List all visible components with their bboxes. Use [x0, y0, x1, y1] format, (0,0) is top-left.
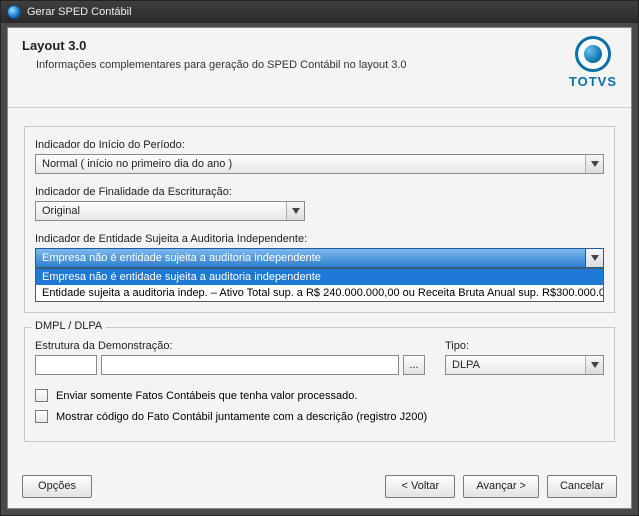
auditoria-option-0[interactable]: Empresa não é entidade sujeita a auditor… [36, 269, 603, 285]
tipo-value: DLPA [446, 359, 585, 371]
enviar-fatos-checkbox[interactable] [35, 389, 48, 402]
dmpl-legend: DMPL / DLPA [31, 320, 106, 332]
auditoria-select[interactable]: Empresa não é entidade sujeita a auditor… [35, 248, 604, 268]
page-subtitle: Informações complementares para geração … [36, 59, 617, 71]
finalidade-select[interactable]: Original [35, 201, 305, 221]
next-button[interactable]: Avançar > [463, 475, 539, 498]
cancel-button[interactable]: Cancelar [547, 475, 617, 498]
brand-logo: TOTVS [569, 36, 617, 89]
chevron-down-icon [286, 202, 304, 220]
auditoria-label: Indicador de Entidade Sujeita a Auditori… [35, 233, 604, 245]
titlebar: Gerar SPED Contábil [1, 1, 638, 23]
inicio-periodo-select[interactable]: Normal ( início no primeiro dia do ano ) [35, 154, 604, 174]
inicio-periodo-label: Indicador do Início do Período: [35, 139, 604, 151]
body: Indicador do Início do Período: Normal (… [8, 108, 631, 466]
finalidade-value: Original [36, 205, 286, 217]
app-icon [7, 5, 21, 19]
tipo-label: Tipo: [445, 340, 604, 352]
chevron-down-icon [585, 249, 603, 267]
brand-icon [575, 36, 611, 72]
options-button[interactable]: Opções [22, 475, 92, 498]
enviar-fatos-label: Enviar somente Fatos Contábeis que tenha… [56, 390, 357, 402]
main-fieldset: Indicador do Início do Período: Normal (… [24, 126, 615, 313]
mostrar-codigo-label: Mostrar código do Fato Contábil juntamen… [56, 411, 427, 423]
inicio-periodo-value: Normal ( início no primeiro dia do ano ) [36, 158, 585, 170]
mostrar-codigo-checkbox[interactable] [35, 410, 48, 423]
window: Gerar SPED Contábil Layout 3.0 Informaçõ… [0, 0, 639, 516]
estrutura-browse-button[interactable]: ... [403, 355, 425, 375]
footer: Opções < Voltar Avançar > Cancelar [8, 464, 631, 508]
window-title: Gerar SPED Contábil [27, 6, 132, 18]
auditoria-option-1[interactable]: Entidade sujeita a auditoria indep. – At… [36, 285, 603, 301]
chevron-down-icon [585, 155, 603, 173]
dmpl-fieldset: DMPL / DLPA Estrutura da Demonstração: .… [24, 327, 615, 442]
brand-text: TOTVS [569, 74, 617, 89]
auditoria-value: Empresa não é entidade sujeita a auditor… [36, 252, 585, 264]
back-button[interactable]: < Voltar [385, 475, 455, 498]
tipo-select[interactable]: DLPA [445, 355, 604, 375]
estrutura-label: Estrutura da Demonstração: [35, 340, 425, 352]
header: Layout 3.0 Informações complementares pa… [8, 28, 631, 108]
chevron-down-icon [585, 356, 603, 374]
client-area: Layout 3.0 Informações complementares pa… [7, 27, 632, 509]
page-title: Layout 3.0 [22, 38, 617, 53]
finalidade-label: Indicador de Finalidade da Escrituração: [35, 186, 604, 198]
estrutura-desc-input[interactable] [101, 355, 399, 375]
auditoria-dropdown[interactable]: Empresa não é entidade sujeita a auditor… [35, 268, 604, 302]
estrutura-code-input[interactable] [35, 355, 97, 375]
